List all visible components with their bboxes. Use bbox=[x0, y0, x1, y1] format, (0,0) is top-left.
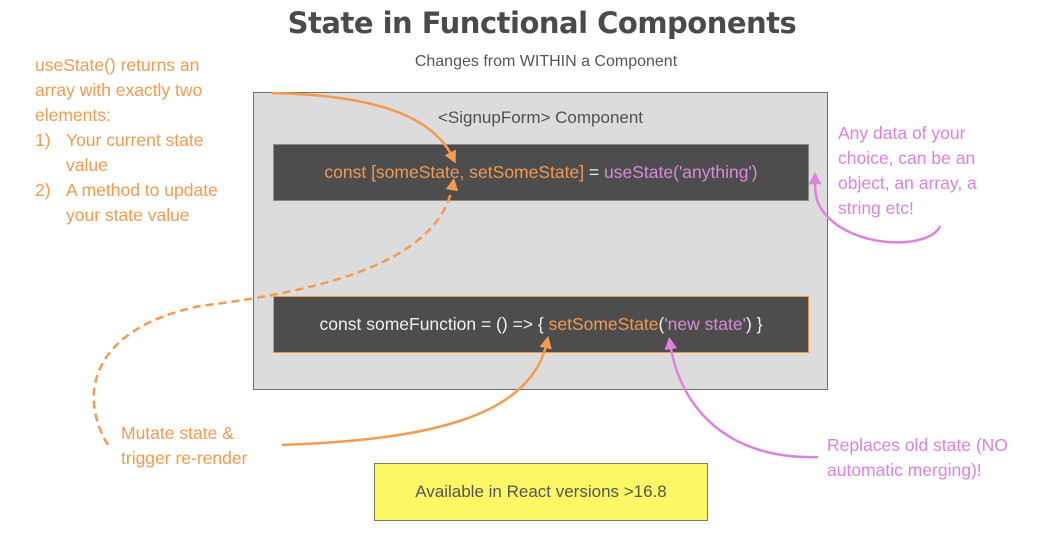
list-text: value bbox=[66, 155, 108, 175]
list-text: A method to update bbox=[66, 180, 218, 200]
list-text: Your current state bbox=[66, 130, 204, 150]
function-prefix-code: const someFunction = () => { bbox=[319, 314, 549, 334]
note-line: automatic merging)! bbox=[827, 460, 982, 480]
note-intro-line: array with exactly two bbox=[35, 80, 203, 100]
list-item: 1) Your current state value bbox=[35, 128, 265, 178]
mutate-state-note: Mutate state & trigger re-render bbox=[121, 421, 301, 471]
list-number: 1) bbox=[35, 130, 51, 150]
note-intro-line: elements: bbox=[35, 105, 111, 125]
list-item: 2) A method to update your state value bbox=[35, 178, 265, 228]
note-line: Any data of your bbox=[838, 123, 966, 143]
equals-code: = bbox=[584, 162, 605, 182]
component-label: <SignupForm> Component bbox=[437, 108, 644, 127]
note-intro-line: useState() returns an bbox=[35, 55, 200, 75]
usestate-code-line: const [someState, setSomeState] = useSta… bbox=[273, 144, 809, 201]
replaces-state-note: Replaces old state (NO automatic merging… bbox=[827, 433, 1062, 483]
usestate-call-code: useState('anything') bbox=[604, 162, 758, 182]
new-state-arg-code: 'new state' bbox=[664, 314, 746, 334]
function-suffix-code: ) } bbox=[745, 314, 763, 334]
note-line: choice, can be an bbox=[838, 148, 976, 168]
note-line: string etc! bbox=[838, 198, 914, 218]
usestate-returns-note: useState() returns an array with exactly… bbox=[35, 53, 265, 228]
any-data-note: Any data of your choice, can be an objec… bbox=[838, 121, 1058, 221]
note-line: object, an array, a bbox=[838, 173, 977, 193]
list-number: 2) bbox=[35, 180, 51, 200]
slide-title: State in Functional Components bbox=[287, 6, 797, 40]
note-line: Mutate state & bbox=[121, 423, 234, 443]
note-line: trigger re-render bbox=[121, 448, 248, 468]
note-line: Replaces old state (NO bbox=[827, 435, 1008, 455]
setter-code-line: const someFunction = () => { setSomeStat… bbox=[273, 296, 809, 353]
list-text: your state value bbox=[66, 205, 190, 225]
setter-call-code: setSomeState bbox=[548, 314, 659, 334]
return-values-list: 1) Your current state value 2) A method t… bbox=[35, 128, 265, 228]
react-version-badge: Available in React versions >16.8 bbox=[374, 463, 708, 521]
destructure-code: const [someState, setSomeState] bbox=[324, 162, 585, 182]
